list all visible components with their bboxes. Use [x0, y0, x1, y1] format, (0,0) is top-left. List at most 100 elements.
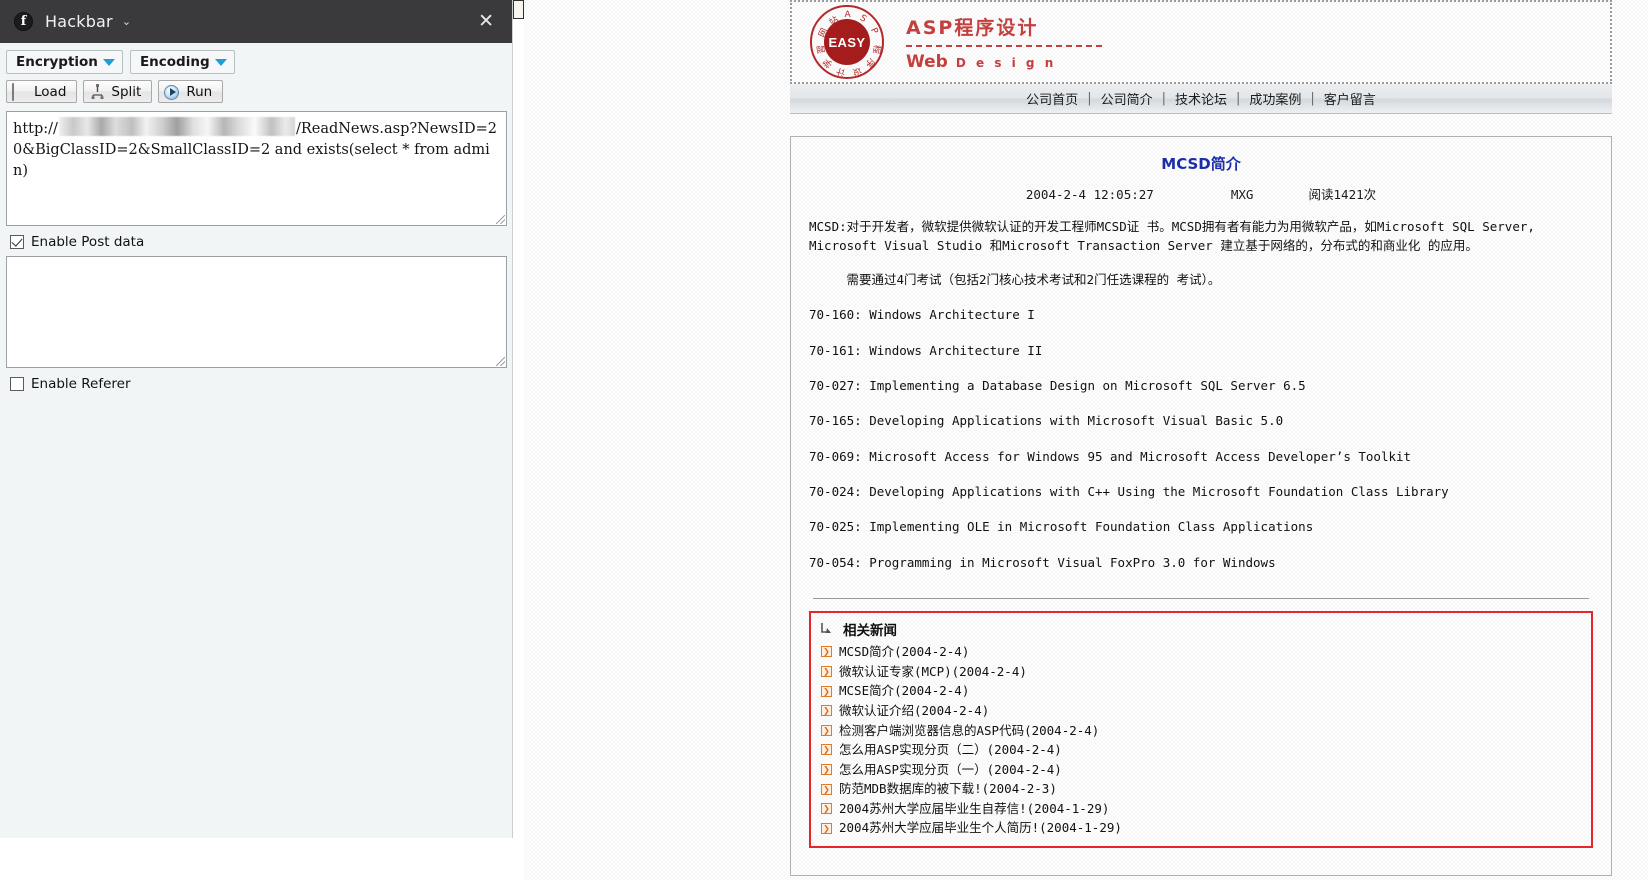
hackbar-titlebar: f Hackbar ⌄ ✕ [0, 0, 512, 43]
hackbar-tool-row: Load Split Run [6, 80, 506, 103]
news-list-item[interactable]: ❯ 防范MDB数据库的被下载!(2004-2-3) [819, 779, 1583, 799]
article-author: MXG [1230, 187, 1254, 202]
enable-post-data-checkbox[interactable] [10, 235, 24, 249]
news-link-7[interactable]: 防范MDB数据库的被下载!(2004-2-3) [839, 779, 1057, 799]
run-button[interactable]: Run [158, 80, 224, 103]
article-paragraph-2: 需要通过4门考试（包括2门核心技术考试和2门任选课程的 考试）。 [846, 271, 1221, 287]
news-link-3[interactable]: 微软认证介绍(2004-2-4) [839, 701, 989, 721]
nav-separator: | [1161, 91, 1166, 106]
exam-line-5: 70-024: Developing Applications with C++… [809, 484, 1449, 499]
hackbar-logo-icon: f [14, 12, 33, 31]
news-list-item[interactable]: ❯ 怎么用ASP实现分页（一）(2004-2-4) [819, 760, 1583, 780]
encoding-dropdown[interactable]: Encoding [129, 50, 235, 74]
encoding-dropdown-label: Encoding [139, 54, 210, 70]
news-link-8[interactable]: 2004苏州大学应届毕业生自荐信!(2004-1-29) [839, 799, 1109, 819]
news-link-0[interactable]: MCSD简介(2004-2-4) [839, 642, 969, 662]
logo-subtitle-main: Web [906, 51, 948, 72]
news-list-item[interactable]: ❯ 怎么用ASP实现分页（二）(2004-2-4) [819, 740, 1583, 760]
list-bullet-icon: ❯ [821, 763, 832, 775]
nav-item-3[interactable]: 成功案例 [1249, 89, 1301, 108]
stamp-ring-char: P [867, 26, 880, 36]
url-input[interactable]: http:///ReadNews.asp?NewsID=20&BigClassI… [6, 111, 507, 226]
stamp-ring-char: 程 [870, 43, 882, 55]
arrow-down-right-icon [819, 621, 835, 637]
enable-referer-checkbox-row[interactable]: Enable Referer [10, 376, 506, 392]
news-list-item[interactable]: ❯ MCSE简介(2004-2-4) [819, 681, 1583, 701]
exam-line-3: 70-165: Developing Applications with Mic… [809, 413, 1284, 429]
list-bullet-icon: ❯ [821, 744, 832, 756]
news-link-9[interactable]: 2004苏州大学应届毕业生个人简历!(2004-1-29) [839, 818, 1122, 838]
exam-line-1: 70-161: Windows Architecture II [809, 342, 1043, 358]
article-date: 2004-2-4 12:05:27 [1025, 187, 1154, 202]
panel-scrollbar[interactable] [513, 0, 524, 880]
hackbar-panel: f Hackbar ⌄ ✕ Encryption Encoding Load S… [0, 0, 513, 838]
split-button[interactable]: Split [83, 80, 153, 103]
nav-separator: | [1236, 91, 1241, 106]
load-icon [12, 82, 29, 101]
load-button-label: Load [34, 83, 67, 100]
enable-post-data-checkbox-row[interactable]: Enable Post data [10, 234, 506, 250]
nav-item-2[interactable]: 技术论坛 [1175, 89, 1227, 108]
nav-separator: | [1087, 91, 1092, 106]
site-logo: EASY ASP程序设计学習网站 ASP程序设计 Web D e s i g n [810, 5, 1102, 79]
hackbar-dropdown-row: Encryption Encoding [6, 50, 506, 74]
encryption-dropdown-label: Encryption [16, 54, 98, 70]
exam-line-2: 70-027: Implementing a Database Design o… [809, 377, 1306, 393]
news-link-1[interactable]: 微软认证专家(MCP)(2004-2-4) [839, 662, 1027, 682]
resize-handle[interactable] [496, 357, 505, 366]
news-list-item[interactable]: ❯ MCSD简介(2004-2-4) [819, 642, 1583, 662]
news-list-item[interactable]: ❯ 2004苏州大学应届毕业生个人简历!(2004-1-29) [819, 818, 1583, 838]
exam-line-7: 70-054: Programming in Microsoft Visual … [809, 554, 1276, 570]
nav-item-4[interactable]: 客户留言 [1324, 89, 1376, 108]
news-link-5[interactable]: 怎么用ASP实现分页（二）(2004-2-4) [839, 740, 1062, 760]
exam-line-4: 70-069: Microsoft Access for Windows 95 … [809, 448, 1412, 464]
article-paragraph-1: MCSD:对于开发者，微软提供微软认证的开发工程师MCSD证 书。MCSD拥有者… [809, 219, 1535, 254]
scrollbar-thumb[interactable] [513, 0, 524, 19]
url-prefix: http:// [13, 121, 58, 137]
news-list-item[interactable]: ❯ 微软认证介绍(2004-2-4) [819, 701, 1583, 721]
post-data-field-wrapper [6, 256, 507, 368]
chevron-down-icon [214, 58, 227, 66]
encryption-dropdown[interactable]: Encryption [6, 50, 123, 74]
logo-title: ASP程序设计 [906, 16, 1039, 39]
related-news-heading: 相关新闻 [819, 619, 1583, 639]
asp-easy-stamp-icon: EASY ASP程序设计学習网站 [810, 5, 884, 79]
news-link-4[interactable]: 检测客户端浏览器信息的ASP代码(2004-2-4) [839, 721, 1099, 741]
close-icon[interactable]: ✕ [474, 10, 498, 33]
article-body: MCSD:对于开发者，微软提供微软认证的开发工程师MCSD证 书。MCSD拥有者… [805, 217, 1597, 572]
related-news-heading-label: 相关新闻 [843, 623, 897, 640]
chevron-down-icon[interactable]: ⌄ [122, 15, 131, 28]
news-list-item[interactable]: ❯ 检测客户端浏览器信息的ASP代码(2004-2-4) [819, 721, 1583, 741]
enable-referer-checkbox[interactable] [10, 377, 24, 391]
list-bullet-icon: ❯ [821, 822, 832, 834]
nav-item-1[interactable]: 公司简介 [1101, 89, 1153, 108]
exam-line-0: 70-160: Windows Architecture I [809, 307, 1035, 323]
article-title: MCSD简介 [1161, 155, 1241, 173]
screen: EASY ASP程序设计学習网站 ASP程序设计 Web D e s i g n … [0, 0, 1648, 880]
hackbar-body: Encryption Encoding Load Split Run http:… [0, 43, 512, 392]
list-bullet-icon: ❯ [821, 666, 832, 678]
resize-handle[interactable] [496, 215, 505, 224]
stamp-ring-char: 習 [816, 43, 828, 55]
url-field-wrapper: http:///ReadNews.asp?NewsID=20&BigClassI… [6, 111, 507, 226]
load-button[interactable]: Load [6, 80, 78, 103]
post-data-input[interactable] [6, 256, 507, 368]
article-views: 阅读1421次 [1308, 187, 1377, 202]
exam-line-6: 70-025: Implementing OLE in Microsoft Fo… [809, 519, 1314, 535]
nav-item-0[interactable]: 公司首页 [1026, 89, 1078, 108]
stamp-ring-char: 计 [835, 65, 847, 78]
news-link-2[interactable]: MCSE简介(2004-2-4) [839, 681, 969, 701]
logo-subtitle-small: D e s i g n [955, 55, 1057, 70]
stamp-ring-char: 学 [821, 56, 835, 70]
run-icon [164, 84, 181, 100]
list-bullet-icon: ❯ [821, 724, 832, 736]
stamp-ring-char: S [857, 13, 869, 25]
news-list-item[interactable]: ❯ 微软认证专家(MCP)(2004-2-4) [819, 662, 1583, 682]
logo-divider [906, 44, 1102, 47]
news-list-item[interactable]: ❯ 2004苏州大学应届毕业生自荐信!(2004-1-29) [819, 799, 1583, 819]
stamp-ring-char: 序 [863, 56, 877, 70]
split-icon [89, 84, 106, 100]
enable-referer-label: Enable Referer [31, 376, 131, 392]
news-link-6[interactable]: 怎么用ASP实现分页（一）(2004-2-4) [839, 760, 1062, 780]
related-news-box: 相关新闻 ❯ MCSD简介(2004-2-4) ❯ 微软认证专家(MCP)(20… [809, 611, 1593, 849]
